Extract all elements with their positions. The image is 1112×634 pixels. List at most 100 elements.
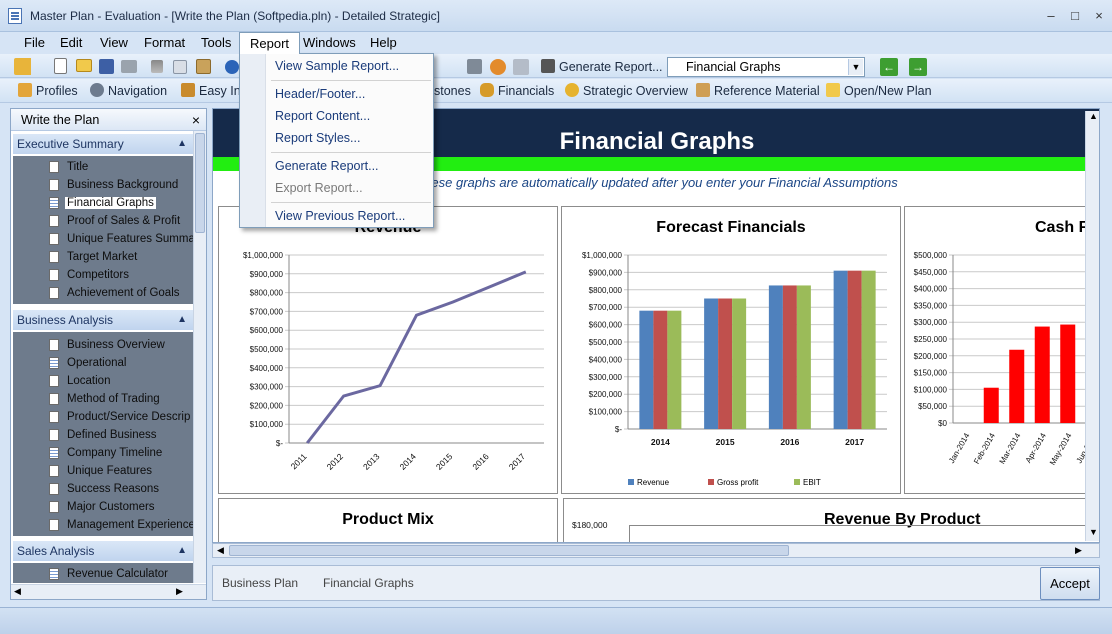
panel-horizontal-scrollbar[interactable]: ◀ ▶ [11,584,206,599]
item-label: Defined Business [67,429,157,441]
collapse-icon[interactable]: ▲ [177,134,187,154]
menu-format[interactable]: Format [134,32,195,54]
list-item[interactable]: Business Background [13,176,193,194]
section-executive-summary[interactable]: Executive Summary ▲ [13,134,193,154]
list-item[interactable]: Unique Features Summa [13,230,193,248]
tab-business-plan[interactable]: Business Plan [222,576,298,590]
list-item[interactable]: Proof of Sales & Profit [13,212,193,230]
minimize-button[interactable]: – [1040,8,1062,24]
list-item[interactable]: Management Experience [13,516,193,534]
list-item-selected[interactable]: Financial Graphs [13,194,193,212]
maximize-button[interactable]: □ [1064,8,1086,24]
menu-edit[interactable]: Edit [50,32,92,54]
revenue-chart: Revenue $1,000,000$900,000$800,000$700,0… [218,206,558,494]
toolbar-navigation[interactable]: Navigation [90,82,167,100]
scroll-thumb[interactable] [195,133,205,233]
toolbar-easy-int[interactable]: Easy Int [181,82,244,100]
menu-help[interactable]: Help [360,32,407,54]
document-vertical-scrollbar[interactable]: ▲ ▼ [1085,111,1099,541]
save-icon[interactable] [99,59,114,74]
menu-icon-strip [240,54,266,227]
toolbar-milestones[interactable]: stones [434,82,471,100]
list-item[interactable]: Achievement of Goals [13,284,193,302]
section-business-analysis[interactable]: Business Analysis ▲ [13,310,193,330]
new-icon[interactable] [54,58,67,74]
scroll-up-icon[interactable]: ▲ [1089,111,1098,121]
scroll-right-icon[interactable]: ▶ [1075,545,1082,556]
menu-item-view-sample-report[interactable]: View Sample Report... [275,59,399,73]
people-icon[interactable] [14,58,42,75]
collapse-icon[interactable]: ▲ [177,310,187,330]
menu-item-view-previous-report[interactable]: View Previous Report... [275,209,405,223]
section-sales-analysis[interactable]: Sales Analysis ▲ [13,541,193,561]
toolbar-open-new-plan[interactable]: Open/New Plan [826,82,932,100]
list-item[interactable]: Product/Service Descrip [13,408,193,426]
list-item[interactable]: Competitors [13,266,193,284]
gear-icon[interactable] [490,59,506,75]
menu-item-report-styles[interactable]: Report Styles... [275,131,360,145]
menu-item-generate-report[interactable]: Generate Report... [275,159,379,173]
list-item[interactable]: Defined Business [13,426,193,444]
list-item[interactable]: Revenue Calculator [13,565,193,583]
list-item[interactable]: Operational [13,354,193,372]
document-icon [49,483,59,495]
toolbar-reference-material[interactable]: Reference Material [696,82,820,100]
x-tick-label: Jan-2014 [947,431,972,465]
open-icon[interactable] [76,59,92,72]
close-icon[interactable]: × [192,109,200,131]
chevron-down-icon[interactable]: ▼ [848,59,863,75]
menu-item-header-footer[interactable]: Header/Footer... [275,87,365,101]
printer-setup-icon[interactable] [467,59,482,74]
scroll-left-icon[interactable]: ◀ [217,545,224,556]
scroll-right-icon[interactable]: ▶ [176,586,183,597]
list-item[interactable]: Major Customers [13,498,193,516]
section-title: Executive Summary [17,137,124,151]
cut-icon[interactable] [151,60,163,73]
tab-financial-graphs[interactable]: Financial Graphs [323,576,414,590]
list-item[interactable]: Title [13,158,193,176]
list-item[interactable]: Unique Features [13,462,193,480]
close-button[interactable]: × [1088,8,1110,24]
collapse-icon[interactable]: ▲ [177,541,187,561]
print-icon[interactable] [121,60,137,73]
y-tick-label: $50,000 [918,402,947,411]
menu-report[interactable]: Report [239,32,301,54]
list-item[interactable]: Target Market [13,248,193,266]
accept-button[interactable]: Accept [1040,567,1100,600]
next-arrow-icon[interactable]: → [909,58,927,76]
help-icon[interactable] [225,60,239,74]
menu-tools[interactable]: Tools [191,32,241,54]
x-tick-label: 2011 [289,451,309,471]
forward-icon[interactable] [513,59,529,75]
list-item[interactable]: Method of Trading [13,390,193,408]
list-item[interactable]: Business Overview [13,336,193,354]
easy-int-label: Easy Int [199,84,245,98]
toolbar-strategic-overview[interactable]: Strategic Overview [565,82,688,100]
page-select[interactable]: Financial Graphs ▼ [667,57,865,77]
toolbar-profiles[interactable]: Profiles [18,82,78,100]
y-tick-label: $900,000 [589,268,623,277]
copy-icon[interactable] [173,60,187,74]
toolbar-financials[interactable]: Financials [480,82,554,100]
item-label: Unique Features [67,465,153,477]
document-horizontal-scrollbar[interactable]: ◀ ▶ [212,543,1100,558]
cash-bar [1034,326,1050,423]
list-item[interactable]: Location [13,372,193,390]
paste-icon[interactable] [196,59,211,74]
report-wand-icon [541,59,555,73]
menu-item-report-content[interactable]: Report Content... [275,109,370,123]
scroll-left-icon[interactable]: ◀ [14,586,21,597]
profiles-icon [18,83,32,97]
menu-view[interactable]: View [90,32,138,54]
menu-file[interactable]: File [14,32,55,54]
scroll-thumb[interactable] [229,545,789,556]
list-item[interactable]: Company Timeline [13,444,193,462]
y-tick-label: $300,000 [914,318,948,327]
menu-windows[interactable]: Windows [293,32,366,54]
generate-report-button[interactable]: Generate Report... [541,58,663,76]
scroll-down-icon[interactable]: ▼ [1089,527,1098,537]
financials-label: Financials [498,84,555,98]
list-item[interactable]: Success Reasons [13,480,193,498]
panel-vertical-scrollbar[interactable] [193,131,206,583]
back-arrow-icon[interactable]: ← [880,58,898,76]
